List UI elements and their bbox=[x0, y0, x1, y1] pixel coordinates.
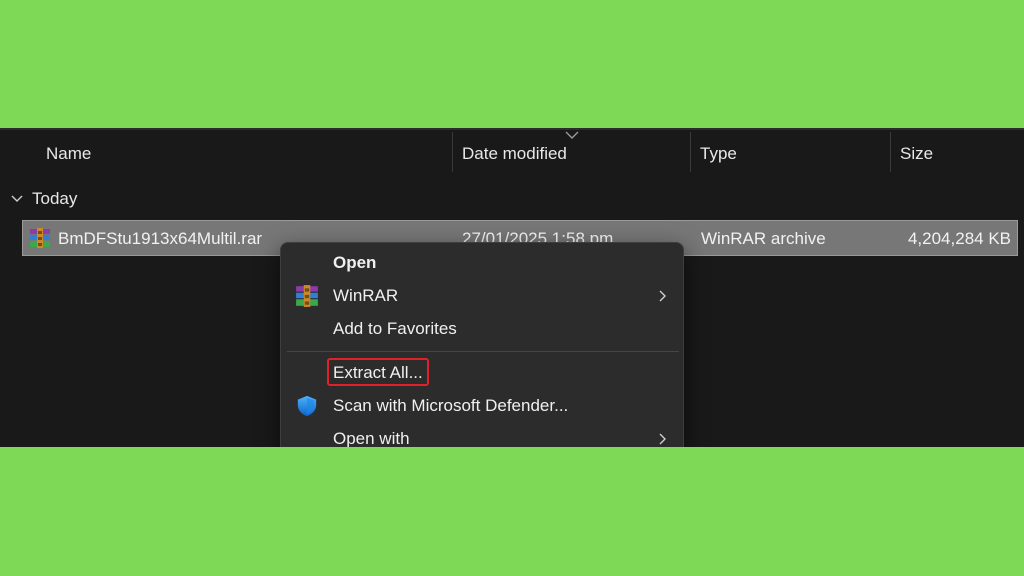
chevron-right-icon bbox=[659, 433, 666, 445]
menu-item-label: Open with bbox=[333, 429, 410, 447]
menu-item-label: Open bbox=[333, 253, 377, 272]
file-explorer-pane: Name Date modified Type Size Today BmDFS… bbox=[0, 128, 1024, 447]
column-header-size-label: Size bbox=[900, 144, 934, 163]
column-header-type-label: Type bbox=[700, 144, 737, 163]
file-name: BmDFStu1913x64Multil.rar bbox=[58, 229, 263, 248]
winrar-icon bbox=[30, 228, 50, 248]
menu-item-label: Add to Favorites bbox=[333, 319, 457, 338]
menu-item-add-to-favorites[interactable]: Add to Favorites bbox=[287, 313, 679, 345]
column-divider[interactable] bbox=[690, 132, 691, 172]
chevron-down-icon bbox=[11, 195, 23, 202]
menu-item-label: Scan with Microsoft Defender... bbox=[333, 396, 569, 415]
file-type: WinRAR archive bbox=[701, 229, 826, 248]
column-divider[interactable] bbox=[452, 132, 453, 172]
menu-item-label: WinRAR bbox=[333, 286, 399, 305]
column-header-date-modified[interactable]: Date modified bbox=[462, 130, 690, 174]
menu-item-winrar[interactable]: WinRAR bbox=[287, 280, 679, 312]
highlight-outline bbox=[327, 358, 429, 386]
menu-item-scan-with-defender[interactable]: Scan with Microsoft Defender... bbox=[287, 390, 679, 422]
column-header-name-label: Name bbox=[46, 144, 92, 163]
column-header-type[interactable]: Type bbox=[700, 130, 890, 174]
file-size: 4,204,284 KB bbox=[907, 229, 1011, 248]
winrar-icon bbox=[296, 285, 318, 307]
chevron-right-icon bbox=[659, 290, 666, 302]
menu-item-extract-all[interactable]: Extract All... bbox=[287, 357, 679, 389]
defender-shield-icon bbox=[297, 395, 317, 417]
menu-item-label: Extract All... bbox=[327, 357, 429, 389]
column-divider[interactable] bbox=[890, 132, 891, 172]
column-header-size[interactable]: Size bbox=[900, 130, 1020, 174]
menu-divider bbox=[287, 351, 679, 352]
column-header-date-label: Date modified bbox=[462, 144, 567, 163]
column-header-name[interactable]: Name bbox=[46, 130, 451, 174]
context-menu: Open WinRAR Add to Favorites Extract All… bbox=[280, 242, 684, 447]
group-header-today[interactable]: Today bbox=[0, 186, 77, 212]
menu-item-open-with[interactable]: Open with bbox=[287, 423, 679, 447]
group-label: Today bbox=[32, 189, 78, 208]
menu-item-open[interactable]: Open bbox=[287, 247, 679, 279]
column-header-row: Name Date modified Type Size bbox=[0, 130, 1024, 174]
